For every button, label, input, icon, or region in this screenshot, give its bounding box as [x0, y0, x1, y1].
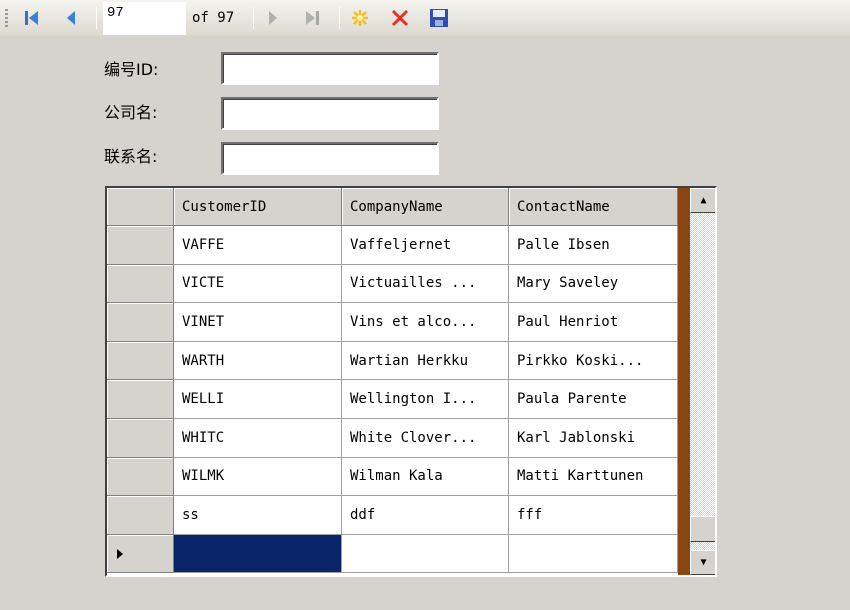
save-icon	[430, 9, 448, 27]
table-cell[interactable]: Wilman Kala	[342, 457, 509, 497]
table-cell[interactable]: Matti Karttunen	[509, 457, 678, 497]
table-cell[interactable]: WARTH	[174, 341, 342, 381]
column-header-contactname[interactable]: ContactName	[509, 188, 678, 226]
delete-icon	[391, 9, 409, 27]
row-header[interactable]	[107, 496, 174, 535]
scroll-down-button[interactable]: ▼	[690, 550, 715, 575]
column-header-customerid[interactable]: CustomerID	[174, 188, 342, 226]
move-previous-button[interactable]	[60, 7, 82, 29]
binding-navigator: of 97	[0, 0, 850, 36]
move-next-icon	[269, 11, 277, 25]
table-cell[interactable]: Wartian Herkku	[342, 341, 509, 381]
table-cell[interactable]: Mary Saveley	[509, 264, 678, 304]
table-cell[interactable]: Victuailles ...	[342, 264, 509, 304]
toolbar-separator	[96, 7, 97, 29]
table-cell[interactable]: WELLI	[174, 380, 342, 419]
table-cell[interactable]	[509, 534, 678, 574]
table-cell[interactable]: WHITC	[174, 419, 342, 458]
table-cell[interactable]: Karl Jablonski	[509, 419, 678, 458]
table-cell[interactable]: VICTE	[174, 264, 342, 304]
table-cell[interactable]	[174, 534, 342, 574]
table-cell[interactable]: WILMK	[174, 457, 342, 497]
move-first-button[interactable]	[20, 7, 42, 29]
scroll-up-button[interactable]: ▲	[690, 188, 715, 213]
table-cell[interactable]: Vaffeljernet	[342, 226, 509, 265]
move-next-button[interactable]	[262, 7, 284, 29]
save-button[interactable]	[428, 7, 450, 29]
add-new-button[interactable]	[349, 7, 371, 29]
row-header[interactable]	[107, 457, 174, 497]
row-header[interactable]	[107, 226, 174, 265]
table-cell[interactable]: Paul Henriot	[509, 303, 678, 342]
move-previous-icon	[67, 11, 75, 25]
row-header[interactable]	[107, 419, 174, 458]
toolbar-separator	[253, 7, 254, 29]
table-cell[interactable]: VINET	[174, 303, 342, 342]
count-label: of 97	[192, 10, 235, 26]
vertical-scrollbar[interactable]: ▲ ▼	[690, 188, 715, 575]
grid-corner-header[interactable]	[107, 188, 174, 226]
customers-datagridview[interactable]: CustomerID CompanyName ContactName VAFFE Vaf…	[105, 186, 717, 577]
table-cell[interactable]: fff	[509, 496, 678, 535]
move-last-icon	[306, 11, 319, 25]
column-header-companyname[interactable]: CompanyName	[342, 188, 509, 226]
table-cell[interactable]: VAFFE	[174, 226, 342, 265]
toolbar-grip[interactable]	[5, 9, 8, 29]
row-header[interactable]	[107, 303, 174, 342]
row-header[interactable]	[107, 380, 174, 419]
table-cell[interactable]: Vins et alco...	[342, 303, 509, 342]
table-cell[interactable]: ss	[174, 496, 342, 535]
table-cell[interactable]: Wellington I...	[342, 380, 509, 419]
delete-button[interactable]	[389, 7, 411, 29]
row-header[interactable]	[107, 534, 174, 574]
row-header[interactable]	[107, 341, 174, 381]
contact-name-label: 联系名:	[104, 147, 158, 166]
move-last-button[interactable]	[302, 7, 324, 29]
arrow-down-icon: ▼	[700, 557, 707, 568]
move-first-icon	[25, 11, 38, 25]
table-cell[interactable]	[342, 534, 509, 574]
current-row-icon	[117, 548, 123, 559]
table-cell[interactable]: Paula Parente	[509, 380, 678, 419]
company-name-input[interactable]	[221, 97, 439, 130]
row-header[interactable]	[107, 264, 174, 304]
table-cell[interactable]: White Clover...	[342, 419, 509, 458]
position-input[interactable]	[103, 2, 186, 35]
customer-id-label: 编号ID:	[104, 60, 159, 79]
customer-id-input[interactable]	[221, 52, 439, 85]
grid-edge	[678, 188, 690, 575]
arrow-up-icon: ▲	[700, 195, 707, 206]
scroll-thumb[interactable]	[690, 516, 715, 542]
company-name-label: 公司名:	[104, 103, 158, 122]
add-new-icon	[352, 10, 368, 26]
table-cell[interactable]: Palle Ibsen	[509, 226, 678, 265]
table-cell[interactable]: Pirkko Koski...	[509, 341, 678, 381]
contact-name-input[interactable]	[221, 142, 439, 175]
toolbar-separator	[339, 7, 340, 29]
table-cell[interactable]: ddf	[342, 496, 509, 535]
